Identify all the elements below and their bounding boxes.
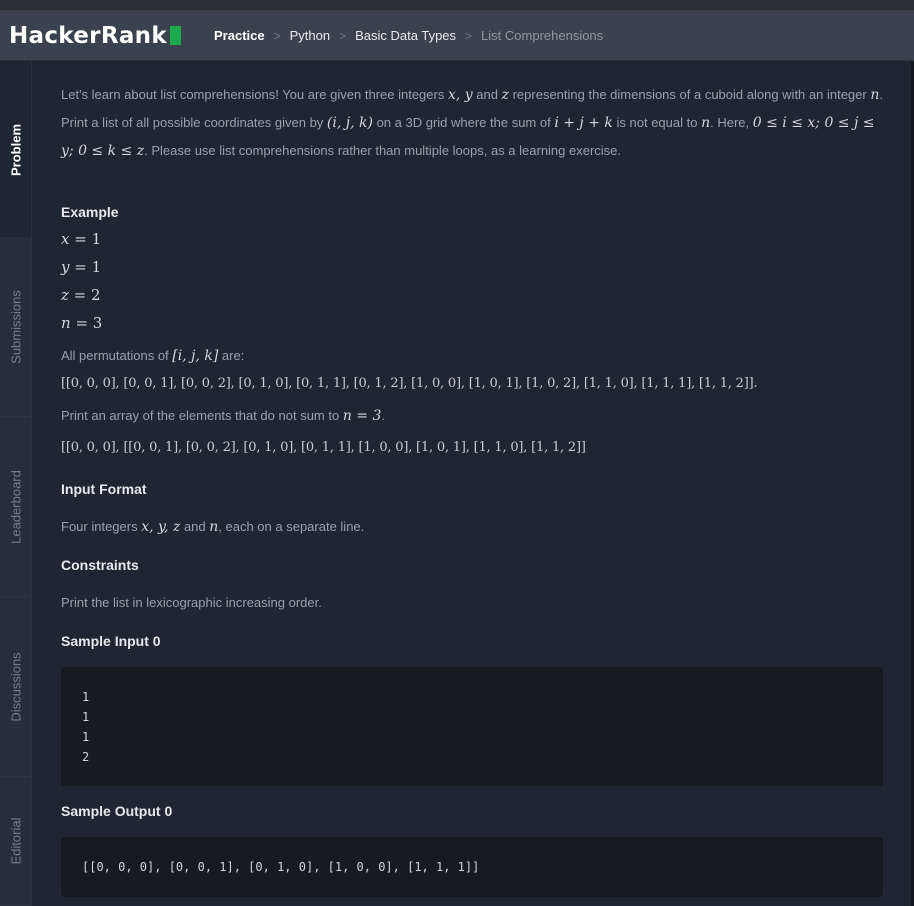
logo-text: HackerRank: [9, 23, 167, 49]
filtered-prefix: [[0, 0, 0],: [61, 440, 124, 455]
breadcrumb-current: List Comprehensions: [481, 28, 604, 43]
sample-input-code: 1 1 1 2: [82, 690, 90, 764]
breadcrumb-practice[interactable]: Practice: [214, 28, 265, 43]
math-n: n: [870, 87, 880, 103]
tab-editorial[interactable]: Editorial: [0, 777, 31, 906]
math-n: n: [209, 519, 219, 535]
breadcrumb-python[interactable]: Python: [290, 28, 330, 43]
permutations-label: All permutations of [i, j, k] are:: [61, 342, 886, 370]
tab-leaderboard-label: Leaderboard: [8, 469, 23, 544]
tab-discussions-label: Discussions: [8, 651, 23, 722]
tab-submissions[interactable]: Submissions: [0, 237, 31, 417]
sample-output-code: [[0, 0, 0], [0, 0, 1], [0, 1, 0], [1, 0,…: [82, 860, 480, 874]
sample-output-heading: Sample Output 0: [61, 803, 173, 819]
math-xyz: x, y, z: [141, 519, 181, 535]
tab-discussions[interactable]: Discussions: [0, 597, 31, 777]
side-tab-nav: Problem Submissions Leaderboard Discussi…: [0, 62, 31, 906]
hackerrank-logo[interactable]: HackerRank: [9, 23, 181, 49]
chevron-right-icon: >: [339, 28, 347, 43]
breadcrumb: Practice > Python > Basic Data Types > L…: [214, 28, 603, 43]
math-n: n: [701, 115, 711, 131]
constraints-text: Print the list in lexicographic increasi…: [61, 595, 322, 610]
breadcrumb-basic-data-types[interactable]: Basic Data Types: [355, 28, 456, 43]
print-instruction: Print an array of the elements that do n…: [61, 402, 886, 430]
example-var-y: y = 1: [61, 258, 101, 276]
var-value: = 1: [69, 258, 102, 276]
top-header: HackerRank Practice > Python > Basic Dat…: [0, 11, 914, 61]
logo-green-square-icon: [169, 26, 181, 45]
math-xy: x, y: [447, 87, 473, 103]
sample-input-heading: Sample Input 0: [61, 633, 161, 649]
intro-text: . Please use list comprehensions rather …: [144, 143, 622, 158]
tab-editorial-label: Editorial: [8, 817, 23, 865]
var-name: z: [61, 286, 69, 304]
all-permutations: [[0, 0, 0], [0, 0, 1], [0, 0, 2], [0, 1,…: [61, 376, 758, 391]
math-ijk: (i, j, k): [326, 115, 373, 131]
example-heading: Example: [61, 204, 119, 220]
input-format-text: Four integers x, y, z and n, each on a s…: [61, 513, 886, 541]
var-value: = 3: [70, 314, 103, 332]
example-var-x: x = 1: [61, 230, 101, 248]
chevron-right-icon: >: [465, 28, 473, 43]
intro-text: representing the dimensions of a cuboid …: [508, 87, 871, 102]
filtered-permutations: [[0, 0, 0], [[0, 0, 1], [0, 0, 2], [0, 1…: [61, 440, 586, 455]
math-sum: i + j + k: [554, 115, 613, 131]
example-var-n: n = 3: [61, 314, 102, 332]
sample-input-block: 1 1 1 2: [61, 667, 883, 786]
intro-text: is not equal to: [612, 115, 702, 130]
perm-suffix: are:: [218, 348, 245, 363]
example-var-z: z = 2: [61, 286, 101, 304]
tab-leaderboard[interactable]: Leaderboard: [0, 417, 31, 597]
problem-content: Let's learn about list comprehensions! Y…: [31, 62, 911, 906]
var-value: = 1: [69, 230, 102, 248]
math-n-equals-3: n = 3: [342, 408, 382, 424]
print-text: Print an array of the elements that do n…: [61, 408, 343, 423]
var-name: n: [61, 314, 71, 332]
constraints-heading: Constraints: [61, 557, 139, 573]
math-ijk-list: [i, j, k]: [172, 348, 219, 364]
var-value: = 2: [68, 286, 101, 304]
filtered-rest: [[0, 0, 1], [0, 0, 2], [0, 1, 0], [0, 1,…: [123, 440, 586, 455]
chevron-right-icon: >: [273, 28, 281, 43]
tab-problem[interactable]: Problem: [0, 62, 31, 237]
problem-statement: Let's learn about list comprehensions! Y…: [61, 81, 886, 165]
tab-problem-label: Problem: [8, 123, 23, 176]
input-text: Four integers: [61, 519, 142, 534]
intro-text: and: [472, 87, 502, 102]
window-top-strip: [0, 0, 914, 11]
intro-text: on a 3D grid where the sum of: [372, 115, 555, 130]
math-z: z: [501, 87, 509, 103]
sample-output-block: [[0, 0, 0], [0, 0, 1], [0, 1, 0], [1, 0,…: [61, 837, 883, 897]
print-suffix: .: [381, 408, 386, 423]
intro-text: . Here,: [710, 115, 753, 130]
input-format-heading: Input Format: [61, 481, 147, 497]
perm-text: All permutations of: [61, 348, 173, 363]
intro-text: Let's learn about list comprehensions! Y…: [61, 87, 448, 102]
tab-submissions-label: Submissions: [8, 289, 23, 364]
input-text: and: [180, 519, 210, 534]
input-text: , each on a separate line.: [218, 519, 365, 534]
